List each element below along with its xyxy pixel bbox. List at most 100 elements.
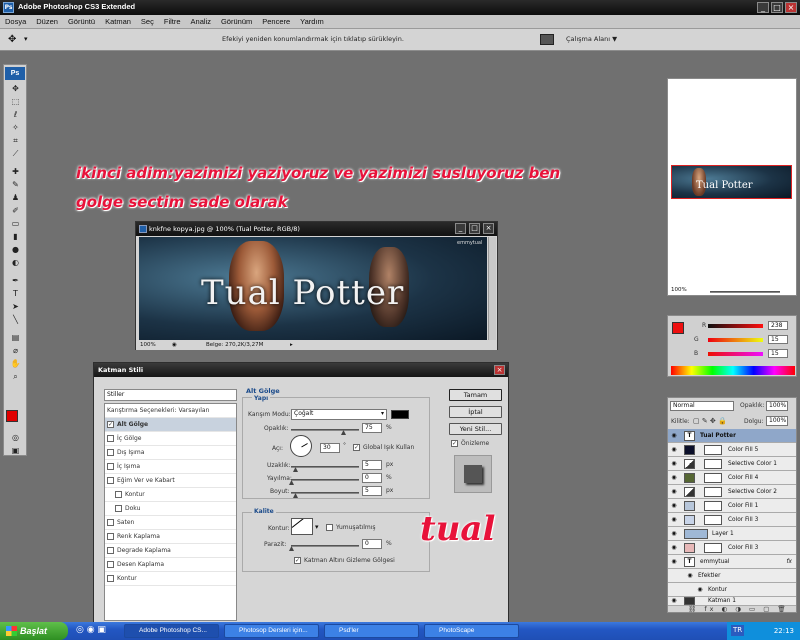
checkbox-checked-icon[interactable]: ✓ bbox=[353, 444, 360, 451]
checkbox-icon[interactable] bbox=[107, 519, 114, 526]
distance-input[interactable]: 5 bbox=[362, 460, 382, 470]
line-icon[interactable]: ╲ bbox=[9, 314, 22, 326]
eye-icon[interactable]: ◉ bbox=[686, 572, 694, 580]
checkbox-icon[interactable] bbox=[115, 491, 122, 498]
layer-row-layer-1[interactable]: ◉ Layer 1 bbox=[668, 527, 796, 541]
close-icon[interactable]: × bbox=[785, 2, 797, 13]
distance-slider[interactable] bbox=[291, 466, 359, 468]
opacity-input[interactable]: 75 bbox=[362, 423, 382, 433]
workspace-menu[interactable]: Çalışma Alanı ▼ bbox=[566, 35, 617, 43]
task-photoscape[interactable]: PhotoScape bbox=[424, 624, 519, 638]
navigator-zoom-slider[interactable] bbox=[710, 291, 780, 293]
checkbox-icon[interactable] bbox=[107, 477, 114, 484]
blur-icon[interactable]: ● bbox=[9, 244, 22, 256]
foreground-color-swatch[interactable] bbox=[6, 410, 18, 422]
eye-icon[interactable]: ◉ bbox=[670, 530, 678, 538]
dialog-close-icon[interactable]: × bbox=[494, 365, 505, 375]
style-inner-glow[interactable]: İç Işıma bbox=[105, 460, 236, 474]
layer-row-tual-potter[interactable]: ◉ T Tual Potter bbox=[668, 429, 796, 443]
layer-blend-mode[interactable]: Normal bbox=[670, 401, 734, 411]
crop-icon[interactable]: ⌗ bbox=[9, 135, 22, 147]
eye-icon[interactable]: ◉ bbox=[670, 432, 678, 440]
vertical-scrollbar[interactable] bbox=[488, 237, 496, 340]
healing-icon[interactable]: ✚ bbox=[9, 166, 22, 178]
styles-header[interactable]: Stiller bbox=[104, 389, 237, 401]
preview-option[interactable]: ✓ Önizleme bbox=[451, 440, 489, 447]
language-indicator[interactable]: TR bbox=[731, 625, 745, 636]
noise-input[interactable]: 0 bbox=[362, 539, 382, 549]
task-psd-folder[interactable]: Psd'ler bbox=[324, 624, 419, 638]
eraser-icon[interactable]: ▭ bbox=[9, 218, 22, 230]
eye-icon[interactable]: ◉ bbox=[670, 544, 678, 552]
screen-mode-icon[interactable]: ▣ bbox=[9, 445, 22, 457]
style-blending-options[interactable]: Karıştırma Seçenekleri: Varsayılan bbox=[105, 404, 236, 418]
checkbox-icon[interactable] bbox=[107, 561, 114, 568]
layer-row-color-fill-3b[interactable]: ◉ Color Fill 3 bbox=[668, 541, 796, 555]
hand-icon[interactable]: ✋ bbox=[9, 358, 22, 370]
layer-row-emmytual[interactable]: ◉ Temmytual fx bbox=[668, 555, 796, 569]
eye-icon[interactable]: ◉ bbox=[670, 488, 678, 496]
checkbox-icon[interactable] bbox=[107, 575, 114, 582]
move-tool-icon[interactable]: ✥ bbox=[8, 34, 16, 45]
navigator-zoom[interactable]: 100% bbox=[671, 287, 687, 293]
history-brush-icon[interactable]: ✐ bbox=[9, 205, 22, 217]
b-input[interactable]: 15 bbox=[768, 349, 788, 358]
type-icon[interactable]: T bbox=[9, 288, 22, 300]
noise-slider[interactable] bbox=[291, 545, 359, 547]
path-select-icon[interactable]: ➤ bbox=[9, 301, 22, 313]
style-bevel-emboss[interactable]: Eğim Ver ve Kabart bbox=[105, 474, 236, 488]
menu-analiz[interactable]: Analiz bbox=[186, 15, 216, 29]
style-satin[interactable]: Saten bbox=[105, 516, 236, 530]
marquee-icon[interactable]: ⬚ bbox=[9, 96, 22, 108]
layer-opacity-input[interactable]: 100% bbox=[766, 401, 788, 411]
size-slider[interactable] bbox=[291, 492, 359, 494]
eye-icon[interactable]: ◉ bbox=[670, 558, 678, 566]
info-icon[interactable]: ◉ bbox=[172, 341, 177, 350]
layer-row-color-fill-4[interactable]: ◉ Color Fill 4 bbox=[668, 471, 796, 485]
ok-button[interactable]: Tamam bbox=[449, 389, 502, 401]
menu-pencere[interactable]: Pencere bbox=[257, 15, 295, 29]
eye-icon[interactable]: ◉ bbox=[670, 502, 678, 510]
menu-sec[interactable]: Seç bbox=[136, 15, 159, 29]
eye-icon[interactable]: ◉ bbox=[670, 516, 678, 524]
layer-row-stroke-effect[interactable]: ◉ Kontur bbox=[668, 583, 796, 597]
eye-icon[interactable]: ◉ bbox=[670, 446, 678, 454]
chevron-down-icon[interactable]: ▾ bbox=[315, 523, 319, 531]
eye-icon[interactable]: ◉ bbox=[670, 460, 678, 468]
style-pattern-overlay[interactable]: Desen Kaplama bbox=[105, 558, 236, 572]
checkbox-icon[interactable] bbox=[107, 463, 114, 470]
cancel-button[interactable]: İptal bbox=[449, 406, 502, 418]
doc-close-icon[interactable]: × bbox=[483, 223, 494, 234]
style-stroke[interactable]: Kontur bbox=[105, 572, 236, 586]
color-spectrum-bar[interactable] bbox=[671, 366, 795, 375]
spread-slider[interactable] bbox=[291, 479, 359, 481]
checkbox-icon[interactable] bbox=[107, 533, 114, 540]
opacity-slider[interactable] bbox=[291, 429, 359, 431]
r-input[interactable]: 238 bbox=[768, 321, 788, 330]
menu-dosya[interactable]: Dosya bbox=[0, 15, 31, 29]
eye-icon[interactable]: ◉ bbox=[670, 474, 678, 482]
checkbox-checked-icon[interactable]: ✓ bbox=[451, 440, 458, 447]
menu-filtre[interactable]: Filtre bbox=[159, 15, 186, 29]
contour-picker[interactable] bbox=[291, 518, 313, 535]
style-contour-sub[interactable]: Kontur bbox=[105, 488, 236, 502]
style-drop-shadow[interactable]: ✓ Alt Gölge bbox=[105, 418, 236, 432]
layer-row-effects[interactable]: ◉ Efektler bbox=[668, 569, 796, 583]
layer-row-selective-color-2[interactable]: ◉ Selective Color 2 bbox=[668, 485, 796, 499]
g-slider[interactable] bbox=[708, 338, 763, 342]
magic-wand-icon[interactable]: ✧ bbox=[9, 122, 22, 134]
antialias-option[interactable]: Yumuşatılmış bbox=[326, 524, 376, 531]
blend-mode-select[interactable]: Çoğalt ▾ bbox=[291, 409, 387, 420]
eye-icon[interactable]: ◉ bbox=[670, 597, 678, 605]
menu-gorunum[interactable]: Görünüm bbox=[216, 15, 257, 29]
menu-goruntu[interactable]: Görüntü bbox=[63, 15, 100, 29]
b-slider[interactable] bbox=[708, 352, 763, 356]
checkbox-icon[interactable] bbox=[326, 524, 333, 531]
dodge-icon[interactable]: ◐ bbox=[9, 257, 22, 269]
shadow-color-swatch[interactable] bbox=[391, 410, 409, 419]
zoom-icon[interactable]: ⌕ bbox=[9, 371, 22, 383]
layer-row-color-fill-3[interactable]: ◉ Color Fill 3 bbox=[668, 513, 796, 527]
style-gradient-overlay[interactable]: Degrade Kaplama bbox=[105, 544, 236, 558]
style-inner-shadow[interactable]: İç Gölge bbox=[105, 432, 236, 446]
gradient-icon[interactable]: ▮ bbox=[9, 231, 22, 243]
